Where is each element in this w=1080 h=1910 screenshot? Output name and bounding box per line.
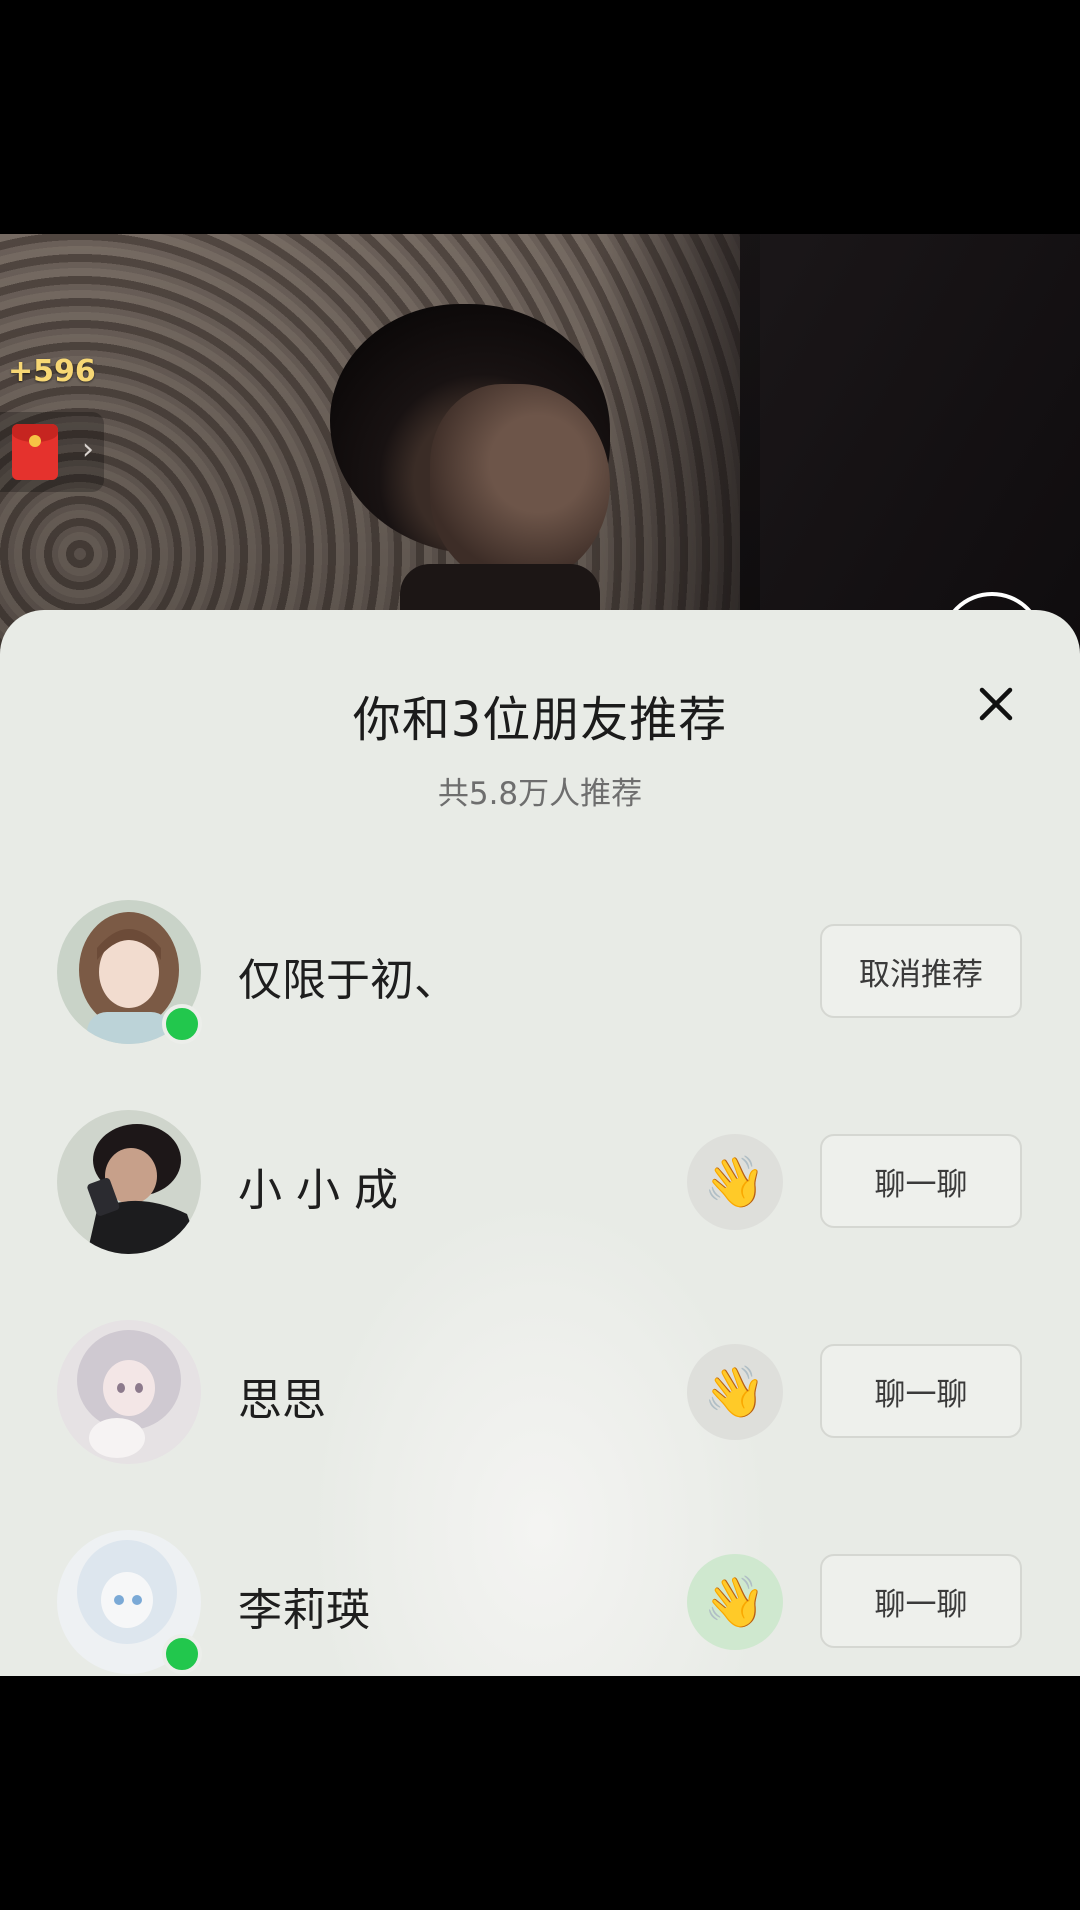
recommend-sheet: 你和3位朋友推荐 共5.8万人推荐 仅限于初、 取消推荐 小 小 成 👋 聊一聊… <box>0 610 1080 1676</box>
friend-name: 思思 <box>238 1375 326 1426</box>
waving-hand-icon: 👋 <box>703 1362 767 1421</box>
wave-hand-button[interactable]: 👋 <box>687 1554 783 1650</box>
list-item: 小 小 成 👋 聊一聊 <box>0 1110 1080 1260</box>
close-icon <box>979 687 1013 721</box>
list-item: 仅限于初、 取消推荐 <box>0 900 1080 1050</box>
online-status-dot <box>162 1634 202 1674</box>
chat-button[interactable]: 聊一聊 <box>820 1344 1022 1438</box>
red-packet-icon <box>12 424 58 480</box>
chat-button[interactable]: 聊一聊 <box>820 1134 1022 1228</box>
close-button[interactable] <box>976 684 1016 724</box>
online-status-dot <box>162 1004 202 1044</box>
streamer-face <box>430 384 610 584</box>
friend-name: 李莉瑛 <box>238 1585 370 1636</box>
wave-hand-button[interactable]: 👋 <box>687 1134 783 1230</box>
list-item: 思思 👋 聊一聊 <box>0 1320 1080 1470</box>
red-packet-entry[interactable]: › <box>0 412 104 492</box>
sheet-subtitle: 共5.8万人推荐 <box>437 776 643 812</box>
cancel-recommend-button[interactable]: 取消推荐 <box>820 924 1022 1018</box>
waving-hand-icon: 👋 <box>703 1152 767 1211</box>
live-video <box>0 234 1080 674</box>
list-item: 李莉瑛 👋 聊一聊 <box>0 1530 1080 1676</box>
friend-name: 仅限于初、 <box>238 955 458 1006</box>
chevron-right-icon: › <box>82 432 94 467</box>
sheet-title: 你和3位朋友推荐 <box>352 692 728 748</box>
avatar[interactable] <box>57 1110 201 1254</box>
wave-hand-button[interactable]: 👋 <box>687 1344 783 1440</box>
waving-hand-icon: 👋 <box>703 1572 767 1631</box>
friend-name: 小 小 成 <box>238 1165 398 1216</box>
chat-button[interactable]: 聊一聊 <box>820 1554 1022 1648</box>
coin-gain-label: +596 <box>8 354 96 389</box>
avatar[interactable] <box>57 1320 201 1464</box>
